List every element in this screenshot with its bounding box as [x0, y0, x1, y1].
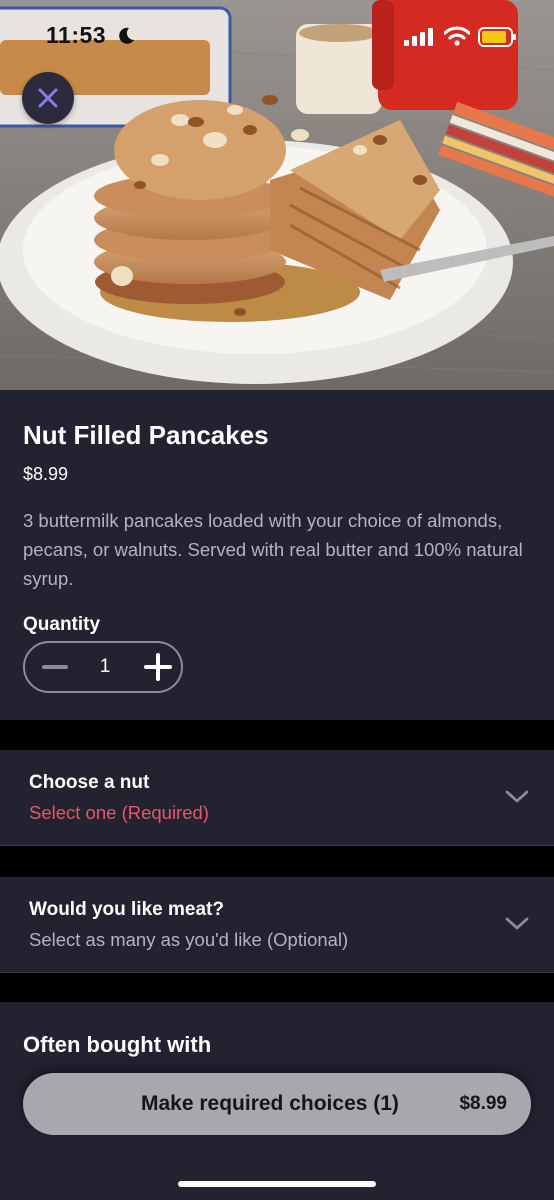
increment-button[interactable] — [143, 652, 173, 682]
cta-price: $8.99 — [459, 1093, 507, 1114]
quantity-label: Quantity — [23, 614, 101, 635]
status-time: 11:53 — [46, 22, 107, 48]
signal-icon — [404, 28, 434, 46]
hero-food-image: 11:53 — [0, 0, 554, 390]
item-description: 3 buttermilk pancakes loaded with your c… — [23, 510, 523, 589]
quantity-value: 1 — [99, 656, 111, 677]
item-title: Nut Filled Pancakes — [23, 420, 269, 450]
plus-icon — [144, 653, 172, 681]
wifi-icon — [444, 25, 470, 47]
option-requirement: Select as many as you'd like (Optional) — [29, 929, 349, 950]
battery-icon — [478, 27, 518, 47]
decrement-button[interactable] — [41, 653, 69, 681]
status-bar: 11:53 — [0, 0, 554, 72]
close-icon — [38, 88, 58, 108]
option-meat[interactable]: Would you like meat? Select as many as y… — [0, 877, 554, 973]
close-button[interactable] — [22, 72, 74, 124]
chevron-down-icon[interactable] — [505, 790, 529, 809]
minus-icon — [42, 665, 68, 669]
make-required-choices-button[interactable]: Make required choices (1) $8.99 — [23, 1073, 531, 1135]
cta-label: Make required choices (1) — [141, 1092, 399, 1115]
moon-icon — [116, 26, 136, 46]
option-title: Would you like meat? — [29, 899, 224, 920]
item-info-section: Nut Filled Pancakes $8.99 3 buttermilk p… — [0, 390, 554, 720]
home-indicator — [178, 1181, 376, 1187]
option-choose-nut[interactable]: Choose a nut Select one (Required) — [0, 750, 554, 846]
chevron-down-icon[interactable] — [505, 917, 529, 936]
option-requirement: Select one (Required) — [29, 802, 209, 823]
option-title: Choose a nut — [29, 772, 150, 793]
often-bought-title: Often bought with — [23, 1032, 212, 1057]
item-price: $8.99 — [23, 464, 69, 484]
quantity-stepper: 1 — [23, 641, 183, 693]
